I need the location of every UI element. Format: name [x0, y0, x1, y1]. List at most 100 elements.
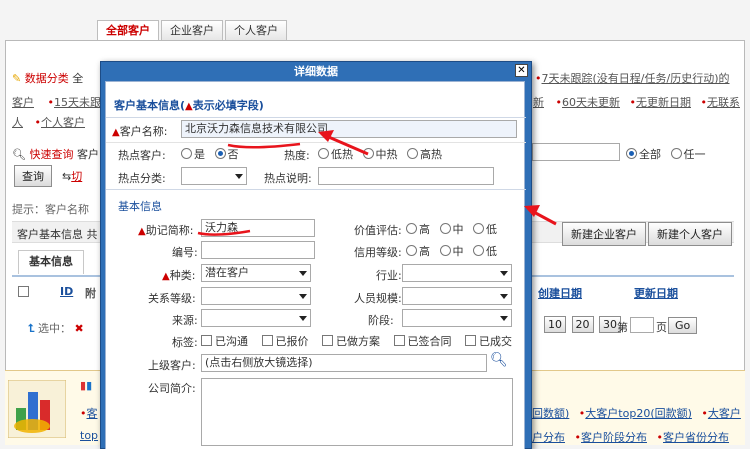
relation-select[interactable] [201, 287, 311, 305]
heat-high-radio[interactable] [407, 148, 418, 159]
report-link-1[interactable]: 客 [87, 407, 98, 420]
tab-company-customers[interactable]: 企业客户 [161, 20, 223, 41]
hot-desc-label: 热点说明: [264, 172, 312, 185]
alias-input[interactable]: 沃力森 [201, 219, 315, 237]
quick-search-row: 🔍︎ 快速查询 客户 [12, 146, 99, 162]
source-select[interactable] [201, 309, 311, 327]
industry-select[interactable] [402, 264, 512, 282]
crm-page: 全部客户 企业客户 个人客户 ✎ 数据分类 全 •7天未跟踪(没有日程/任务/历… [0, 0, 750, 449]
go-button[interactable]: Go [668, 317, 698, 334]
chevron-down-icon [500, 271, 508, 276]
arrow-up-icon: ⮤ [28, 322, 35, 335]
report-link-7[interactable]: 客户阶段分布 [581, 431, 647, 444]
credit-low-radio[interactable] [473, 245, 484, 256]
detail-dialog: 详细数据 ✕ 客户基本信息(▲表示必填字段) ▲客户名称: 北京沃力森信息技术有… [100, 61, 532, 449]
tab-all-customers[interactable]: 全部客户 [97, 20, 159, 42]
match-any-radio[interactable] [670, 148, 682, 159]
report-line-1: •客 [80, 407, 98, 420]
tab-basic-info[interactable]: 基本信息 [18, 250, 84, 274]
source-label: 来源: [172, 314, 198, 327]
filter-60days-link[interactable]: 60天未更新 [562, 96, 620, 109]
tags-group: 已沟通 已报价 已做方案 已签合同 已成交 [201, 333, 512, 349]
hot-customer-radios: 是 否 [181, 146, 245, 162]
tag-quoted-checkbox[interactable] [261, 335, 273, 346]
type-select[interactable]: 潜在客户 [201, 264, 311, 282]
search-value-input[interactable] [532, 143, 620, 161]
value-high-radio[interactable] [406, 223, 417, 234]
col-created[interactable]: 创建日期 [538, 285, 582, 301]
report-line-2-right: 户分布 •客户阶段分布 •客户省份分布 [532, 431, 729, 444]
number-input[interactable] [201, 241, 315, 259]
filter-new-link[interactable]: 新 [533, 96, 544, 109]
basic-header: 客户基本信息(▲表示必填字段) [114, 99, 264, 112]
intro-label: 公司简介: [148, 382, 196, 395]
hot-category-label: 热点分类: [118, 172, 166, 185]
filter-personal-link[interactable]: 个人客户 [41, 116, 85, 129]
filter-no-update-link[interactable]: 无更新日期 [636, 96, 691, 109]
report-link-5[interactable]: top [80, 429, 98, 442]
page-number-input[interactable] [630, 317, 654, 333]
page-size-group: 10 20 30 [544, 316, 621, 333]
col-id[interactable]: ID [60, 285, 73, 298]
hot-yes-radio[interactable] [181, 148, 192, 159]
filter-no-contact-link[interactable]: 无联系 [707, 96, 740, 109]
tag-contacted-checkbox[interactable] [201, 335, 212, 346]
credit-label: 信用等级: [354, 246, 402, 259]
staff-select[interactable] [402, 287, 512, 305]
filter-7days-link[interactable]: •7天未跟踪(没有日程/任务/历史行动)的 [535, 70, 730, 86]
heat-low-radio[interactable] [318, 148, 329, 159]
hot-no-radio[interactable] [214, 148, 226, 159]
stage-select[interactable] [402, 309, 512, 327]
col-updated[interactable]: 更新日期 [634, 285, 678, 301]
industry-label: 行业: [376, 269, 402, 282]
category-label: 数据分类 [24, 72, 69, 85]
value-low-radio[interactable] [473, 223, 484, 234]
query-button[interactable]: 查询 [14, 165, 52, 187]
close-icon[interactable]: ✕ [515, 64, 528, 77]
category-icon: ✎ [12, 72, 22, 85]
chevron-down-icon [299, 294, 307, 299]
hot-desc-input[interactable] [318, 167, 494, 185]
new-company-button[interactable]: 新建企业客户 [562, 222, 646, 246]
credit-high-radio[interactable] [406, 245, 417, 256]
credit-mid-radio[interactable] [439, 245, 451, 256]
type-label: ▲种类: [162, 269, 196, 282]
filter-person-link[interactable]: 人 [12, 116, 23, 129]
report-line-1-right: 回数额) •大客户top20(回款额) •大客户 [532, 407, 741, 420]
parent-input[interactable]: (点击右侧放大镜选择) [201, 354, 487, 372]
report-link-6[interactable]: 户分布 [532, 431, 565, 444]
basic-info-header: 基本信息 [118, 200, 162, 213]
filter-row-2: 客户 •15天未跟 [12, 96, 101, 109]
report-link-2[interactable]: 回数额) [532, 407, 569, 420]
select-all-checkbox[interactable] [18, 286, 29, 297]
tag-deal-checkbox[interactable] [465, 335, 476, 346]
customer-name-label: ▲客户名称: [112, 125, 168, 138]
magnifier-icon[interactable]: 🔍︎ [490, 352, 508, 368]
dialog-title-bar: 详细数据 ✕ [101, 62, 531, 81]
tab-personal-customers[interactable]: 个人客户 [225, 20, 287, 41]
page-prefix: 第 [617, 321, 628, 334]
page-size-20[interactable]: 20 [571, 316, 594, 333]
report-link-8[interactable]: 客户省份分布 [663, 431, 729, 444]
match-all-radio[interactable] [626, 148, 637, 159]
filter-15days-link[interactable]: 15天未跟 [54, 96, 101, 109]
intro-textarea[interactable] [201, 378, 513, 446]
page-size-10[interactable]: 10 [544, 316, 566, 333]
new-person-button[interactable]: 新建个人客户 [648, 222, 732, 246]
switch-icon: ⇆ [62, 170, 72, 183]
switch-link[interactable]: ⇆切 [62, 168, 82, 184]
tag-proposal-checkbox[interactable] [322, 335, 333, 346]
report-link-3[interactable]: 大客户top20(回款额) [585, 407, 692, 420]
customer-name-input[interactable]: 北京沃力森信息技术有限公司 [181, 120, 517, 138]
hot-category-select[interactable] [181, 167, 247, 185]
heat-mid-radio[interactable] [362, 148, 374, 159]
value-mid-radio[interactable] [439, 223, 451, 234]
report-link-4[interactable]: 大客户 [708, 407, 741, 420]
tag-contract-checkbox[interactable] [393, 335, 405, 346]
delete-icon[interactable]: ✖ [75, 322, 84, 335]
page-suffix: 页 [656, 321, 667, 334]
dialog-title: 详细数据 [294, 65, 338, 78]
filter-row-3: 人 •个人客户 [12, 116, 85, 129]
filter-customer-link[interactable]: 客户 [12, 96, 34, 109]
report-bar-icon: ▮▮ [80, 379, 93, 392]
